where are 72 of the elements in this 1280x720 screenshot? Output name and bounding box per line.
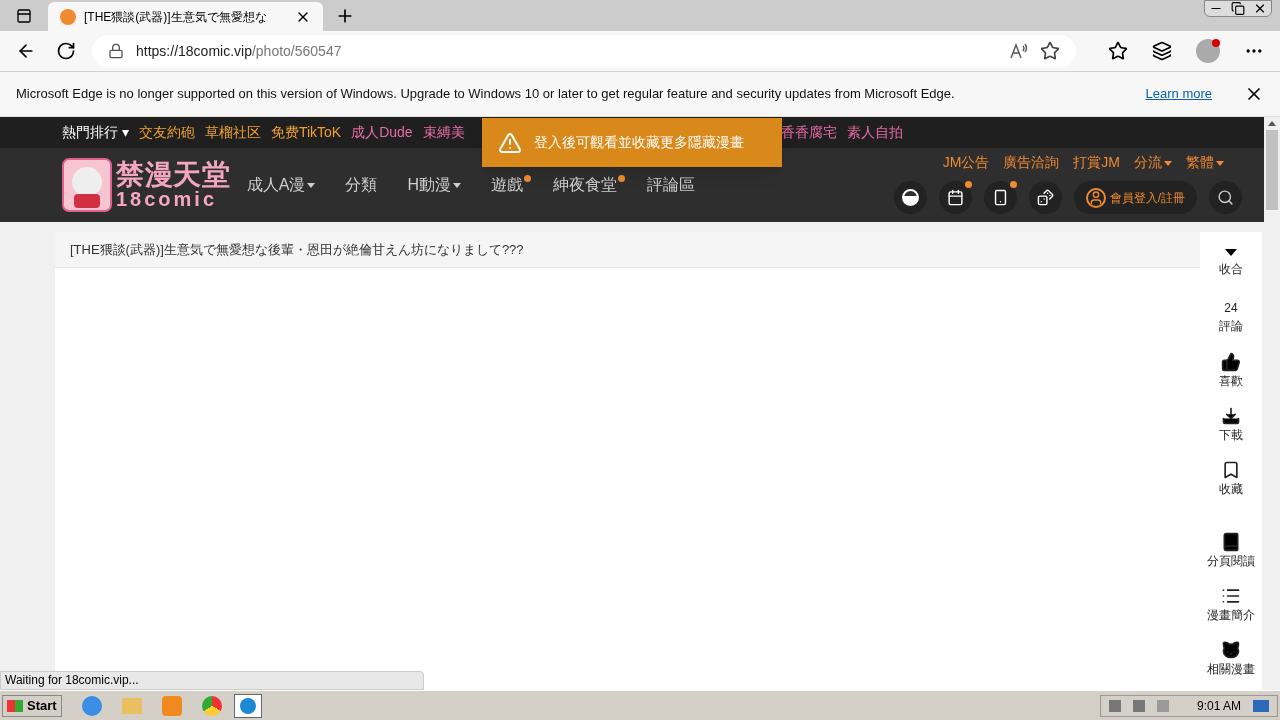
read-aloud-icon[interactable]: [1010, 43, 1028, 59]
top-nav-link[interactable]: 素人自拍: [846, 122, 903, 143]
top-nav-link[interactable]: 免费TikToK: [270, 122, 342, 143]
main-nav-link[interactable]: 紳夜食堂: [553, 173, 622, 197]
clock: 9:01 AM: [1196, 697, 1241, 715]
top-nav-link[interactable]: 成人Dude: [351, 122, 413, 143]
calendar-icon: [946, 189, 964, 206]
page-title: [THE猥談(武器)]生意気で無愛想な後輩・恩田が絶倫甘えん坊になりまして???: [70, 240, 524, 259]
calendar-button[interactable]: [938, 181, 972, 214]
header-link[interactable]: 繁體: [1186, 152, 1224, 173]
profile-icon[interactable]: [1196, 39, 1220, 63]
site-favicon-icon: [60, 8, 76, 25]
refresh-icon[interactable]: [56, 41, 76, 61]
header-link[interactable]: 分流: [1134, 152, 1172, 173]
top-nav-link[interactable]: 香香腐宅: [780, 122, 837, 143]
address-field[interactable]: https://18comic.vip/photo/560547: [92, 35, 1076, 67]
caret-icon: [307, 183, 316, 189]
like-icon: [1221, 352, 1241, 372]
main-nav-link[interactable]: H動漫: [407, 173, 466, 197]
search-button[interactable]: [1209, 181, 1242, 214]
top-nav-link[interactable]: 熱門排行 ▾: [62, 122, 129, 143]
book-icon: [1221, 532, 1241, 552]
lock-icon: [108, 43, 124, 59]
url-text: https://18comic.vip/photo/560547: [136, 41, 343, 61]
edge-icon[interactable]: [233, 693, 262, 718]
phone-button[interactable]: [983, 181, 1017, 214]
dice-button[interactable]: [1028, 181, 1062, 214]
dice-icon: [1036, 189, 1054, 206]
chrome-icon[interactable]: [201, 695, 222, 716]
top-nav-link[interactable]: 束縛美: [422, 122, 465, 143]
toast-message: 登入後可觀看並收藏更多隱藏漫畫: [534, 133, 744, 152]
scroll-thumb[interactable]: [1266, 130, 1278, 210]
user-icon: [1085, 187, 1106, 208]
edge-logo-icon: [239, 697, 256, 714]
logo-title: 禁漫天堂: [116, 161, 231, 189]
tab-title: [THE猥談(武器)]生意気で無愛想な: [84, 8, 268, 26]
desktop-icon[interactable]: [1253, 699, 1269, 712]
main-nav-link[interactable]: 分類: [345, 173, 382, 197]
warning-icon: [498, 130, 522, 155]
windows-logo-icon: [7, 699, 23, 712]
ball-button[interactable]: [893, 181, 927, 214]
login-button[interactable]: 會員登入/註冊: [1073, 181, 1197, 214]
caret-icon: [453, 183, 462, 189]
tab-actions-icon[interactable]: [16, 8, 32, 24]
browser-tab[interactable]: [THE猥談(武器)]生意気で無愛想な: [48, 2, 323, 31]
bowl-icon: [901, 189, 919, 206]
add-favorite-icon[interactable]: [1040, 41, 1060, 61]
caret-icon: [1225, 248, 1237, 256]
site-logo[interactable]: 禁漫天堂 18comic: [62, 158, 231, 212]
favorites-icon[interactable]: [1108, 41, 1128, 61]
collections-icon[interactable]: [1152, 41, 1172, 61]
mascot-icon: [62, 158, 112, 212]
main-nav-link[interactable]: 成人A漫: [246, 173, 320, 197]
info-message: Microsoft Edge is no longer supported on this version of Windows. Upgrade to Windows 10 or later to get regular feature and security updates from Microsoft Edge.: [16, 85, 956, 104]
main-nav-link[interactable]: 遊戲: [491, 173, 528, 197]
logo-subtitle: 18comic: [116, 189, 219, 209]
status-tooltip: Waiting for 18comic.vip...: [0, 671, 424, 690]
search-icon: [1217, 189, 1234, 206]
list-icon: [1221, 586, 1241, 606]
download-icon: [1221, 406, 1241, 426]
top-nav-link[interactable]: 草榴社区: [204, 122, 261, 143]
header-link[interactable]: JM公告: [942, 152, 990, 173]
caret-icon: [1164, 160, 1172, 166]
start-button[interactable]: Start: [2, 694, 62, 717]
caret-icon: [1216, 160, 1224, 166]
top-nav-link[interactable]: 交友約砲: [138, 122, 195, 143]
learn-more-link[interactable]: Learn more: [1145, 84, 1212, 104]
header-link[interactable]: 打賞JM: [1073, 152, 1120, 173]
main-nav-link[interactable]: 評論區: [647, 173, 700, 197]
bookmark-icon: [1221, 460, 1241, 480]
cat-icon: [1221, 640, 1241, 660]
header-link[interactable]: 廣告洽詢: [1003, 152, 1060, 173]
